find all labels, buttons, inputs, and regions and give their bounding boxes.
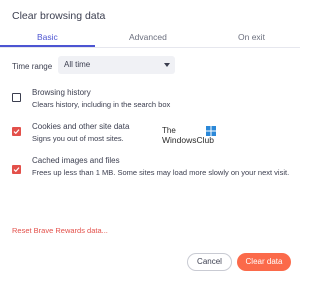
watermark-logo: The WindowsClub: [162, 126, 222, 148]
option-description: Frees up less than 1 MB. Some sites may …: [32, 168, 290, 177]
tab-basic[interactable]: Basic: [37, 32, 58, 42]
cached-images-checkbox[interactable]: [12, 165, 21, 174]
dialog-title: Clear browsing data: [12, 10, 106, 22]
cancel-button[interactable]: Cancel: [187, 253, 232, 271]
cookies-checkbox[interactable]: [12, 127, 21, 136]
dropdown-arrow-icon: [164, 63, 170, 67]
time-range-value: All time: [64, 60, 91, 69]
tab-divider: [0, 47, 300, 48]
windows-logo-icon: [206, 126, 216, 136]
watermark-line2: WindowsClub: [162, 135, 214, 145]
checkmark-icon: [13, 167, 20, 173]
active-tab-indicator: [0, 45, 95, 47]
checkmark-icon: [13, 129, 20, 135]
time-range-select[interactable]: All time: [58, 56, 175, 74]
tab-on-exit[interactable]: On exit: [238, 32, 265, 42]
option-title: Cached images and files: [32, 156, 120, 165]
time-range-label: Time range: [12, 62, 53, 71]
option-description: Clears history, including in the search …: [32, 100, 171, 109]
browsing-history-checkbox[interactable]: [12, 93, 21, 102]
option-title: Browsing history: [32, 88, 91, 97]
watermark-line1: The: [162, 126, 176, 135]
option-title: Cookies and other site data: [32, 122, 130, 131]
tab-advanced[interactable]: Advanced: [129, 32, 167, 42]
reset-rewards-link[interactable]: Reset Brave Rewards data...: [12, 226, 108, 235]
clear-data-button[interactable]: Clear data: [237, 253, 291, 271]
tab-bar: Basic Advanced On exit: [0, 30, 300, 48]
